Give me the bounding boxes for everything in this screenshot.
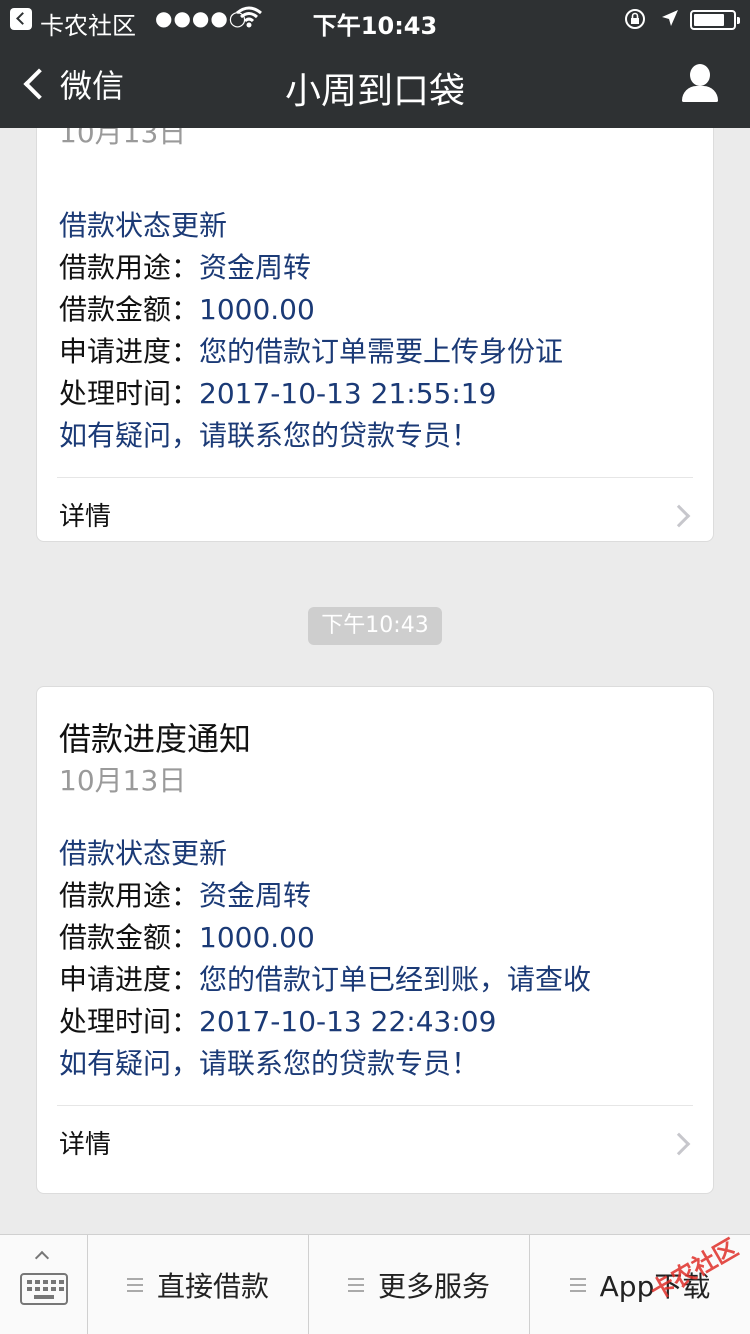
message-title: 借款进度通知 [59, 720, 252, 758]
top-bar: 卡农社区 ●●●●○ 下午10:43 微信 小周到口袋 [0, 0, 750, 128]
message-card[interactable]: 借款进度通知 10月13日 借款状态更新 借款用途：资金周转 借款金额：1000… [36, 686, 714, 1194]
keyboard-toggle-button[interactable] [0, 1235, 88, 1334]
chevron-right-icon [667, 1132, 691, 1156]
menu-item-direct-loan[interactable]: 直接借款 [88, 1235, 309, 1334]
field-value: 1000.00 [199, 921, 315, 954]
rotation-lock-icon [624, 8, 646, 35]
field-label: 借款用途： [59, 879, 200, 912]
field-value: 资金周转 [199, 879, 312, 912]
field-label: 借款金额： [59, 921, 200, 954]
detail-label: 详情 [59, 1130, 112, 1160]
message-date: 10月13日 [59, 764, 187, 797]
location-arrow-icon [660, 8, 680, 33]
profile-icon[interactable] [680, 64, 720, 104]
detail-link[interactable]: 详情 [37, 1106, 713, 1184]
menu-lines-icon [126, 1278, 143, 1292]
field-value: 资金周转 [199, 251, 312, 284]
field-label: 借款用途： [59, 251, 200, 284]
field-label: 处理时间： [59, 377, 200, 410]
field-value: 1000.00 [199, 293, 315, 326]
field-value: 2017-10-13 21:55:19 [199, 377, 497, 410]
field-label: 申请进度： [59, 335, 200, 368]
message-card[interactable]: 10月13日 借款状态更新 借款用途：资金周转 借款金额：1000.00 申请进… [36, 98, 714, 542]
chat-title: 小周到口袋 [284, 71, 465, 112]
menu-lines-icon [569, 1278, 586, 1292]
battery-icon [690, 10, 740, 30]
menu-item-label: 更多服务 [377, 1270, 490, 1303]
menu-item-more-services[interactable]: 更多服务 [309, 1235, 530, 1334]
timestamp-pill: 下午10:43 [308, 607, 442, 645]
status-bar: 卡农社区 ●●●●○ 下午10:43 [0, 0, 750, 40]
detail-label: 详情 [59, 502, 112, 532]
status-update-heading: 借款状态更新 [59, 209, 228, 242]
field-label: 借款金额： [59, 293, 200, 326]
keyboard-icon [20, 1273, 68, 1305]
field-label: 申请进度： [59, 963, 200, 996]
field-value: 您的借款订单需要上传身份证 [199, 335, 564, 368]
field-label: 处理时间： [59, 1005, 200, 1038]
contact-note: 如有疑问，请联系您的贷款专员！ [59, 1047, 480, 1080]
bottom-menu: 直接借款 更多服务 App下载 [0, 1234, 750, 1334]
menu-item-label: 直接借款 [156, 1270, 269, 1303]
chevron-up-icon [34, 1250, 50, 1266]
menu-lines-icon [347, 1278, 364, 1292]
status-update-heading: 借款状态更新 [59, 837, 228, 870]
navigation-bar: 微信 小周到口袋 [0, 40, 750, 128]
contact-note: 如有疑问，请联系您的贷款专员！ [59, 419, 480, 452]
chevron-right-icon [667, 504, 691, 528]
field-value: 您的借款订单已经到账，请查收 [199, 963, 592, 996]
detail-link[interactable]: 详情 [37, 478, 713, 556]
field-value: 2017-10-13 22:43:09 [199, 1005, 497, 1038]
